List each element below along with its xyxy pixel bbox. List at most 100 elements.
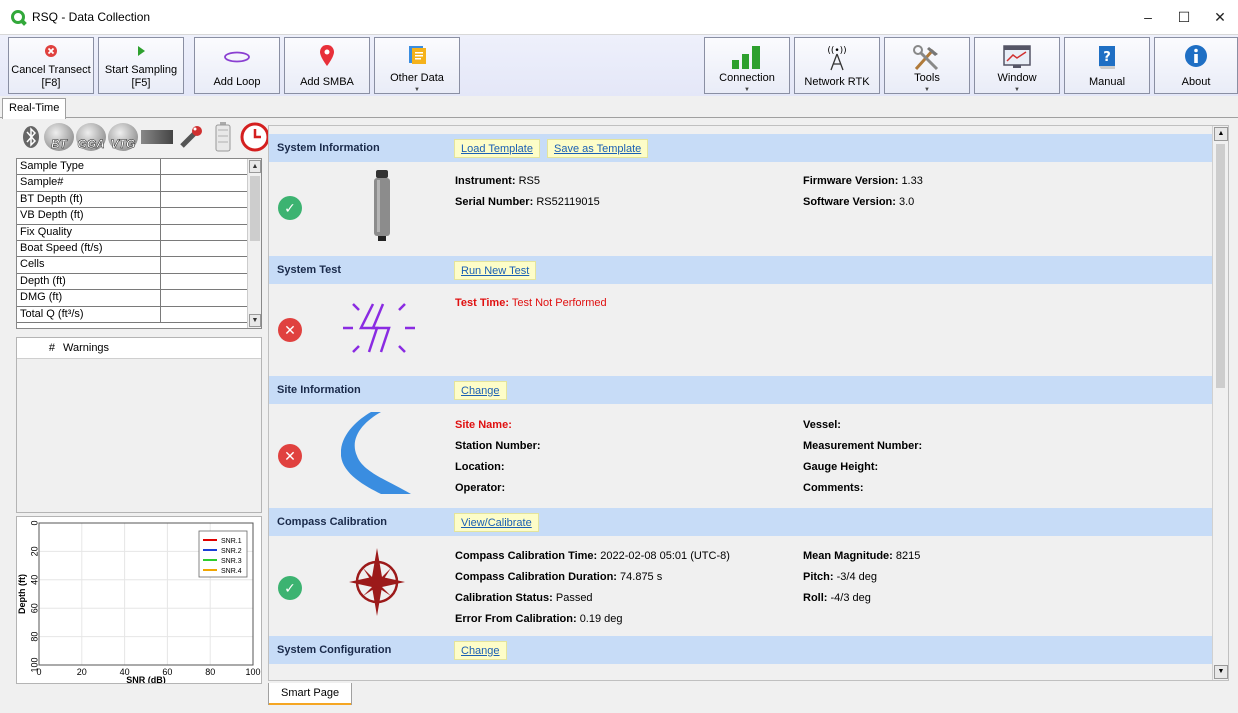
section-title: Site Information: [277, 384, 361, 396]
error-x-icon: ✕: [278, 444, 302, 468]
connection-button[interactable]: Connection ▼: [704, 37, 790, 94]
load-template-button[interactable]: Load Template: [454, 139, 540, 158]
change-configuration-button[interactable]: Change: [454, 641, 507, 660]
map-pin-icon: [319, 44, 335, 71]
data-grid-scrollbar[interactable]: ▲ ▼: [247, 159, 261, 328]
window-controls: – ☐ ✕: [1130, 0, 1238, 34]
calibration-status-label: Calibration Status:: [455, 592, 553, 604]
dropdown-arrow-icon: ▼: [414, 87, 420, 93]
connection-label: Connection: [719, 72, 775, 84]
data-row-value: [161, 273, 248, 290]
legend-label: SNR.3: [221, 558, 242, 565]
gga-status-icon: GGA: [76, 122, 106, 152]
data-row-label: VB Depth (ft): [17, 208, 161, 224]
main-tab-strip: Real-Time: [0, 96, 1238, 119]
change-site-button[interactable]: Change: [454, 381, 507, 400]
error-x-icon: ✕: [278, 318, 302, 342]
maximize-button[interactable]: ☐: [1166, 0, 1202, 34]
add-loop-button[interactable]: Add Loop: [194, 37, 280, 94]
depth-gradient-icon: [140, 122, 174, 152]
scroll-up-icon[interactable]: ▲: [249, 160, 261, 173]
about-button[interactable]: About: [1154, 37, 1238, 94]
x-tick-label: 100: [245, 667, 260, 677]
other-data-label: Other Data: [390, 72, 444, 84]
tools-button[interactable]: Tools ▼: [884, 37, 970, 94]
antenna-icon: ((•)): [822, 44, 852, 75]
signal-bars-icon: [730, 44, 764, 73]
data-row-label: DMG (ft): [17, 290, 161, 306]
run-new-test-button[interactable]: Run New Test: [454, 261, 537, 280]
scroll-down-icon[interactable]: ▼: [249, 314, 261, 327]
data-row-value: [161, 175, 248, 191]
warnings-column-header[interactable]: Warnings: [63, 342, 109, 354]
manual-button[interactable]: ? Manual: [1064, 37, 1150, 94]
compass-calibration-body: ✓ Compass Calibration Time: 2022-02-08 0…: [269, 536, 1213, 636]
close-button[interactable]: ✕: [1202, 0, 1238, 34]
tab-real-time[interactable]: Real-Time: [2, 98, 67, 119]
start-sampling-button[interactable]: Start Sampling [F5]: [98, 37, 184, 94]
loop-icon: [223, 50, 251, 67]
network-rtk-label: Network RTK: [804, 76, 870, 88]
scroll-down-icon[interactable]: ▼: [1214, 665, 1228, 679]
y-axis-label: Depth (ft): [17, 574, 27, 614]
gga-status-label: GGA: [77, 137, 105, 152]
legend-label: SNR.1: [221, 538, 242, 545]
tab-smart-page[interactable]: Smart Page: [268, 683, 353, 705]
add-loop-label: Add Loop: [213, 76, 261, 88]
scroll-thumb[interactable]: [250, 176, 260, 241]
smart-page-scrollbar[interactable]: ▲ ▼: [1212, 126, 1228, 680]
data-row-value: [161, 257, 248, 273]
site-information-body: ✕ Site Name: Station Number: Location: O…: [269, 404, 1213, 504]
start-sampling-shortcut: [F5]: [131, 77, 151, 89]
scroll-thumb[interactable]: [1216, 144, 1225, 388]
roll-field: Roll: -4/3 deg: [803, 592, 871, 604]
minimize-button[interactable]: –: [1130, 0, 1166, 34]
other-data-button[interactable]: Other Data ▼: [374, 37, 460, 94]
scroll-up-icon[interactable]: ▲: [1214, 127, 1228, 141]
data-row-label: Total Q (ft³/s): [17, 306, 161, 322]
site-name-label: Site Name:: [455, 419, 512, 431]
roll-value: -4/3 deg: [830, 592, 871, 604]
vessel-field: Vessel:: [803, 419, 841, 431]
site-information-header: Site Information Change: [269, 376, 1213, 404]
section-title: System Information: [277, 142, 380, 154]
window-button[interactable]: Window ▼: [974, 37, 1060, 94]
software-version-field: Software Version: 3.0: [803, 196, 914, 208]
checkmark-icon: ✓: [278, 196, 302, 220]
instrument-value: RS5: [518, 175, 540, 187]
manual-label: Manual: [1088, 76, 1126, 88]
roll-label: Roll:: [803, 592, 828, 604]
add-smba-button[interactable]: Add SMBA: [284, 37, 370, 94]
cancel-icon: [44, 44, 58, 61]
data-row-value: [161, 290, 248, 306]
test-time-label: Test Time:: [455, 297, 509, 309]
tools-icon: [911, 44, 943, 75]
y-tick-label: 0: [29, 520, 39, 525]
gauge-height-label: Gauge Height:: [803, 461, 879, 473]
network-rtk-button[interactable]: ((•)) Network RTK: [794, 37, 880, 94]
data-row-sample-type: Sample Type: [17, 159, 261, 176]
system-configuration-header: System Configuration Change: [269, 636, 1213, 664]
save-as-template-button[interactable]: Save as Template: [547, 139, 649, 158]
data-row-label: Depth (ft): [17, 273, 161, 290]
snr-chart-svg: 0 20 40 60 80 100020406080100SNR (dB)Depth (f…: [17, 520, 261, 685]
x-axis-label: SNR (dB): [126, 675, 166, 683]
warnings-header: # Warnings: [17, 338, 261, 359]
view-calibrate-button[interactable]: View/Calibrate: [454, 513, 539, 532]
data-row-label: Fix Quality: [17, 224, 161, 240]
warnings-number-header[interactable]: #: [17, 342, 63, 354]
toolbar: Cancel Transect [F8] Start Sampling [F5]…: [0, 34, 1238, 96]
compass-cal-duration-value: 74.875 s: [620, 571, 663, 583]
test-time-value: Test Not Performed: [511, 297, 607, 309]
y-tick-label: 20: [29, 546, 39, 556]
station-number-label: Station Number:: [455, 440, 541, 452]
add-smba-label: Add SMBA: [300, 76, 354, 88]
info-icon: [1184, 44, 1208, 71]
cancel-transect-button[interactable]: Cancel Transect [F8]: [8, 37, 94, 94]
section-title: System Test: [277, 264, 341, 276]
location-field: Location:: [455, 461, 505, 473]
system-test-header: System Test Run New Test: [269, 256, 1213, 284]
data-row-value: [161, 224, 248, 240]
location-label: Location:: [455, 461, 505, 473]
manual-book-icon: ?: [1095, 44, 1119, 73]
